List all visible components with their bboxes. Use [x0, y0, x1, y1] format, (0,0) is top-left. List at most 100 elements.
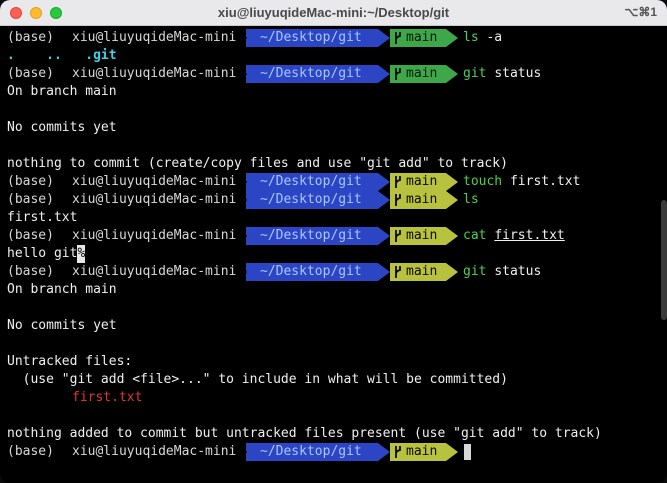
segment-arrow [446, 191, 458, 209]
conda-env: (base) [7, 66, 54, 81]
prompt-host: xiu@liuyuqideMac-mini [72, 174, 237, 189]
prompt-host: xiu@liuyuqideMac-mini [72, 228, 237, 243]
prompt-directory: ~/Desktop/git [246, 443, 378, 461]
terminal-line: nothing added to commit but untracked fi… [0, 425, 661, 443]
segment-arrow [378, 173, 390, 191]
terminal-line: (base) xiu@liuyuqideMac-mini ~/Desktop/git… [0, 227, 661, 245]
segment-arrow [240, 443, 247, 461]
prompt-branch-label: main [406, 174, 438, 189]
segment-arrow [446, 263, 458, 281]
terminal-line: (base) xiu@liuyuqideMac-mini ~/Desktop/git… [0, 65, 661, 83]
no-newline-marker: % [77, 245, 86, 263]
prompt-directory: ~/Desktop/git [246, 65, 378, 83]
title-bar: xiu@liuyuqideMac-mini:~/Desktop/git ⌥⌘1 [0, 0, 667, 26]
command: cat first.txt [463, 228, 565, 243]
command-argument: status [494, 264, 542, 279]
prompt-branch-label: main [406, 444, 438, 459]
output-text: On branch main [7, 282, 117, 297]
prompt-branch-label: main [406, 30, 438, 45]
output-text: first.txt [7, 210, 78, 225]
segment-arrow [240, 65, 247, 83]
prompt-host: xiu@liuyuqideMac-mini [72, 444, 237, 459]
segment-arrow [240, 173, 247, 191]
prompt-host: xiu@liuyuqideMac-mini [72, 66, 237, 81]
prompt-git-branch: main [390, 65, 446, 83]
terminal-line: (base) xiu@liuyuqideMac-mini ~/Desktop/git… [0, 173, 661, 191]
prompt-git-branch: main [390, 263, 446, 281]
prompt-directory: ~/Desktop/git [246, 263, 378, 281]
segment-arrow [378, 443, 390, 461]
segment-arrow [446, 443, 458, 461]
prompt-git-branch: main [390, 443, 446, 461]
terminal-line: (base) xiu@liuyuqideMac-mini ~/Desktop/git… [0, 29, 661, 47]
segment-arrow [240, 263, 247, 281]
window-title: xiu@liuyuqideMac-mini:~/Desktop/git [217, 5, 450, 20]
terminal-line: first.txt [0, 389, 661, 407]
scrollbar[interactable] [661, 200, 667, 320]
terminal-line: No commits yet [0, 119, 661, 137]
segment-arrow [446, 65, 458, 83]
prompt-host: xiu@liuyuqideMac-mini [72, 192, 237, 207]
segment-arrow [378, 29, 390, 47]
output-text: nothing to commit (create/copy files and… [7, 156, 508, 171]
command: touch first.txt [463, 174, 581, 189]
prompt-branch-label: main [406, 192, 438, 207]
output-text: No commits yet [7, 318, 117, 333]
terminal-line: On branch main [0, 281, 661, 299]
command-argument: first.txt [494, 228, 565, 243]
window-shortcut: ⌥⌘1 [624, 5, 657, 19]
segment-arrow [378, 191, 390, 209]
terminal-window: xiu@liuyuqideMac-mini:~/Desktop/git ⌥⌘1 … [0, 0, 667, 483]
segment-arrow [240, 227, 247, 245]
terminal-line: . .. .git [0, 47, 661, 65]
terminal-line: nothing to commit (create/copy files and… [0, 155, 661, 173]
segment-arrow [446, 227, 458, 245]
prompt-host: xiu@liuyuqideMac-mini [72, 30, 237, 45]
command: git status [463, 264, 542, 279]
terminal-line: (base) xiu@liuyuqideMac-mini ~/Desktop/git… [0, 263, 661, 281]
output-text: nothing added to commit but untracked fi… [7, 426, 602, 441]
prompt-directory-label: ~/Desktop/git [260, 264, 362, 279]
command-argument: -a [486, 30, 503, 45]
prompt-directory: ~/Desktop/git [246, 227, 378, 245]
prompt-git-branch: main [390, 227, 446, 245]
prompt-git-branch: main [390, 173, 446, 191]
command-argument: first.txt [509, 174, 581, 189]
command: git status [463, 66, 542, 81]
terminal-line: (use "git add <file>..." to include in w… [0, 371, 661, 389]
prompt-branch-label: main [406, 264, 438, 279]
output-text: On branch main [7, 84, 117, 99]
conda-env: (base) [7, 444, 54, 459]
prompt-branch-label: main [406, 228, 438, 243]
terminal-line: (base) xiu@liuyuqideMac-mini ~/Desktop/git… [0, 191, 661, 209]
directory-listing: . .. .git [7, 48, 117, 63]
terminal-line: first.txt [0, 209, 661, 227]
conda-env: (base) [7, 192, 54, 207]
terminal-cursor [464, 444, 471, 460]
segment-arrow [446, 173, 458, 191]
prompt-directory-label: ~/Desktop/git [260, 192, 362, 207]
prompt-directory-label: ~/Desktop/git [260, 228, 362, 243]
conda-env: (base) [7, 30, 54, 45]
command: ls -a [463, 30, 503, 45]
prompt-branch-label: main [406, 66, 438, 81]
output-text: hello git% [7, 245, 86, 263]
prompt-directory: ~/Desktop/git [246, 29, 378, 47]
untracked-file: first.txt [72, 390, 143, 405]
prompt-directory-label: ~/Desktop/git [260, 66, 362, 81]
segment-arrow [240, 191, 247, 209]
prompt-git-branch: main [390, 29, 446, 47]
terminal-line: (base) xiu@liuyuqideMac-mini ~/Desktop/git… [0, 443, 661, 461]
conda-env: (base) [7, 174, 54, 189]
prompt-directory-label: ~/Desktop/git [260, 174, 362, 189]
segment-arrow [240, 29, 247, 47]
terminal-output[interactable]: (base) xiu@liuyuqideMac-mini ~/Desktop/git… [0, 29, 661, 479]
prompt-directory-label: ~/Desktop/git [260, 444, 362, 459]
terminal-line: On branch main [0, 83, 661, 101]
prompt-host: xiu@liuyuqideMac-mini [72, 264, 237, 279]
